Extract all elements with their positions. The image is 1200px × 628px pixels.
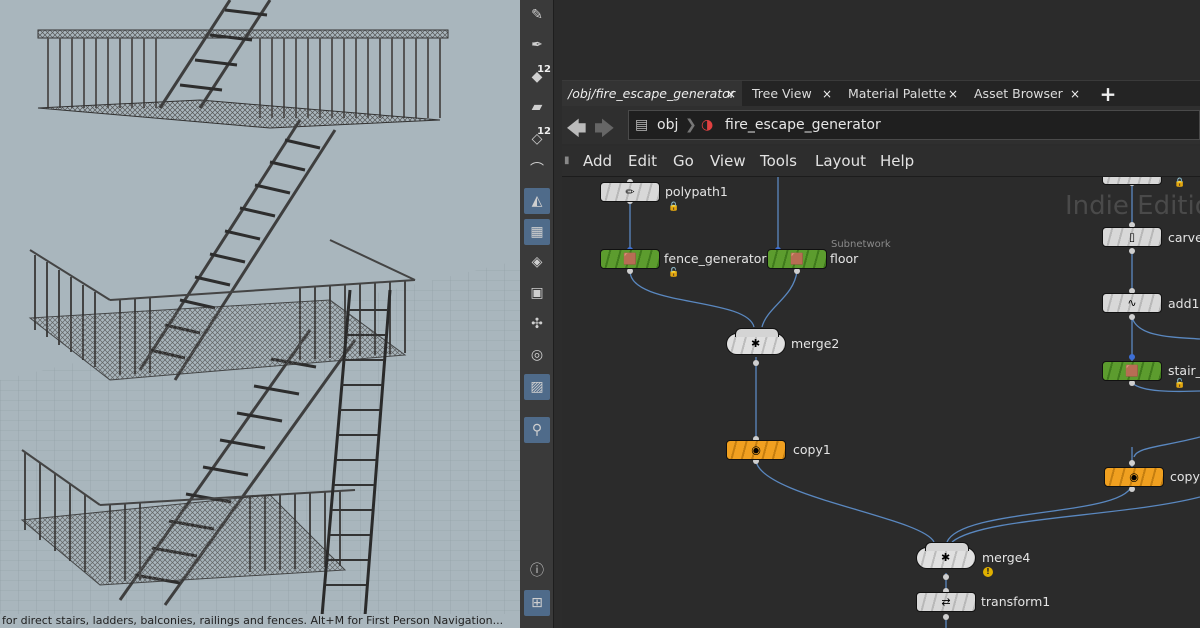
close-icon[interactable]: ×: [948, 81, 958, 107]
lock-icon: 🔒: [1174, 178, 1186, 188]
viewport-status-text: for direct stairs, ladders, balconies, r…: [2, 614, 504, 627]
image-icon[interactable]: ▨: [524, 374, 550, 400]
node-merge2[interactable]: ✱: [726, 328, 786, 355]
asset-icon: 🟫: [1125, 364, 1139, 378]
network-editor-canvas[interactable]: Indie Edition ✏ polypath1 🔒 🟫 fence_gene…: [562, 177, 1200, 628]
breadcrumb-current[interactable]: fire_escape_generator: [725, 111, 881, 139]
node-label: fence_generator: [664, 251, 767, 266]
node-label: stair_: [1168, 363, 1200, 378]
node-label: polypath1: [665, 184, 728, 199]
tool-badge: 12: [537, 126, 551, 137]
menu-tools[interactable]: Tools: [760, 146, 797, 176]
sculpt-icon[interactable]: ◆ 12: [524, 64, 551, 90]
node-label: copy1: [793, 442, 831, 457]
tab-label: Material Palette: [848, 86, 947, 101]
menu-add[interactable]: Add: [583, 146, 612, 176]
carve-icon: ▯: [1128, 230, 1136, 244]
node-upstream[interactable]: [1102, 177, 1162, 185]
node-transform1[interactable]: ⇄: [916, 592, 976, 612]
menu-help[interactable]: Help: [880, 146, 914, 176]
copy-icon: ◉: [751, 443, 761, 457]
pane-tab-bar: /obj/fire_escape_generator × Tree View ×…: [562, 80, 1200, 107]
lock-icon: 🔒: [668, 202, 680, 212]
curve-icon[interactable]: ⌒: [524, 156, 550, 182]
menu-layout[interactable]: Layout: [815, 146, 866, 176]
node-add1[interactable]: ∿: [1102, 293, 1162, 313]
add-tab-button[interactable]: +: [1098, 81, 1118, 107]
copy-icon: ◉: [1129, 470, 1139, 484]
node-copy1[interactable]: ◉: [726, 440, 786, 460]
transform-icon: ⇄: [941, 595, 951, 609]
smooth-icon[interactable]: ◇ 12: [524, 126, 551, 152]
polypath-icon: ✏: [625, 185, 635, 199]
merge-icon: ✱: [941, 551, 951, 564]
scene-viewport[interactable]: for direct stairs, ladders, balconies, r…: [0, 0, 520, 628]
breadcrumb-separator: ❯: [685, 117, 697, 133]
close-icon[interactable]: ×: [822, 81, 832, 107]
forward-arrow-icon[interactable]: 🡆: [594, 114, 615, 148]
asset-icon: 🟫: [790, 252, 804, 266]
tab-label: Tree View: [752, 86, 812, 101]
tab-material-palette[interactable]: Material Palette ×: [842, 81, 964, 107]
node-merge4[interactable]: ✱: [916, 542, 976, 569]
disc-icon[interactable]: ◎: [524, 342, 550, 368]
grid-icon[interactable]: ▣: [524, 280, 550, 306]
add-icon: ∿: [1127, 296, 1137, 310]
menu-view[interactable]: View: [710, 146, 746, 176]
select-icon[interactable]: ◭: [524, 188, 550, 214]
menu-go[interactable]: Go: [673, 146, 694, 176]
indie-watermark: Indie Edition: [1065, 191, 1200, 221]
node-label: floor: [830, 251, 859, 266]
merge-icon: ✱: [751, 337, 761, 350]
uv-icon[interactable]: ◈: [524, 249, 550, 275]
checker-icon[interactable]: ▦: [524, 219, 550, 245]
network-icon: ▤: [635, 117, 649, 133]
path-bar: 🡄 🡆 ▤ obj ❯ ◑ fire_escape_generator: [562, 106, 1200, 144]
path-field[interactable]: ▤ obj ❯ ◑ fire_escape_generator: [628, 110, 1200, 140]
node-fence-generator[interactable]: 🟫: [600, 249, 660, 269]
pen-icon[interactable]: ✒: [524, 32, 550, 58]
node-label: merge2: [791, 336, 840, 351]
tab-tree-view[interactable]: Tree View ×: [746, 81, 838, 107]
close-icon[interactable]: ×: [1070, 81, 1080, 107]
pivot-icon[interactable]: ✣: [524, 311, 550, 337]
layout-icon[interactable]: ⊞: [524, 590, 550, 616]
node-floor[interactable]: 🟫: [767, 249, 827, 269]
pin-icon[interactable]: ⚲: [524, 417, 550, 443]
node-label: transform1: [981, 594, 1051, 609]
tab-label: Asset Browser: [974, 86, 1063, 101]
network-pane: /obj/fire_escape_generator × Tree View ×…: [554, 0, 1200, 628]
node-carve[interactable]: ▯: [1102, 227, 1162, 247]
tool-shelf: ✎ ✒ ◆ 12 ▰ ◇ 12 ⌒ ◭ ▦ ◈ ▣ ✣ ◎ ▨ ⚲ ⓘ ⊞: [520, 0, 554, 628]
geo-object-icon: ◑: [701, 117, 714, 133]
node-stair[interactable]: 🟫: [1102, 361, 1162, 381]
breadcrumb-obj[interactable]: obj: [657, 111, 678, 139]
node-label: copy2: [1170, 469, 1200, 484]
node-label: add1: [1168, 296, 1200, 311]
tool-badge: 12: [537, 64, 551, 75]
node-label: merge4: [982, 550, 1031, 565]
back-arrow-icon[interactable]: 🡄: [566, 114, 587, 148]
menu-bar: ▮ Add Edit Go View Tools Layout Help: [562, 146, 1200, 177]
tab-network-editor[interactable]: /obj/fire_escape_generator ×: [562, 81, 742, 107]
node-copy2[interactable]: ◉: [1104, 467, 1164, 487]
node-polypath1[interactable]: ✏: [600, 182, 660, 202]
fire-escape-render: [0, 0, 520, 614]
menubar-handle-icon: ▮: [564, 155, 570, 166]
unlock-icon: 🔓: [668, 268, 680, 278]
warning-icon: !: [983, 567, 993, 577]
node-label: carve1: [1168, 230, 1200, 245]
paint-icon[interactable]: ▰: [524, 94, 550, 120]
tab-label: /obj/fire_escape_generator: [568, 86, 735, 101]
asset-icon: 🟫: [623, 252, 637, 266]
pane-top-strip: [554, 0, 1200, 80]
tab-asset-browser[interactable]: Asset Browser ×: [968, 81, 1086, 107]
brush-icon[interactable]: ✎: [524, 2, 550, 28]
menu-edit[interactable]: Edit: [628, 146, 657, 176]
close-icon[interactable]: ×: [726, 81, 736, 107]
unlock-icon: 🔓: [1174, 379, 1186, 389]
info-icon[interactable]: ⓘ: [524, 557, 550, 583]
subnetwork-label: Subnetwork: [831, 239, 891, 250]
